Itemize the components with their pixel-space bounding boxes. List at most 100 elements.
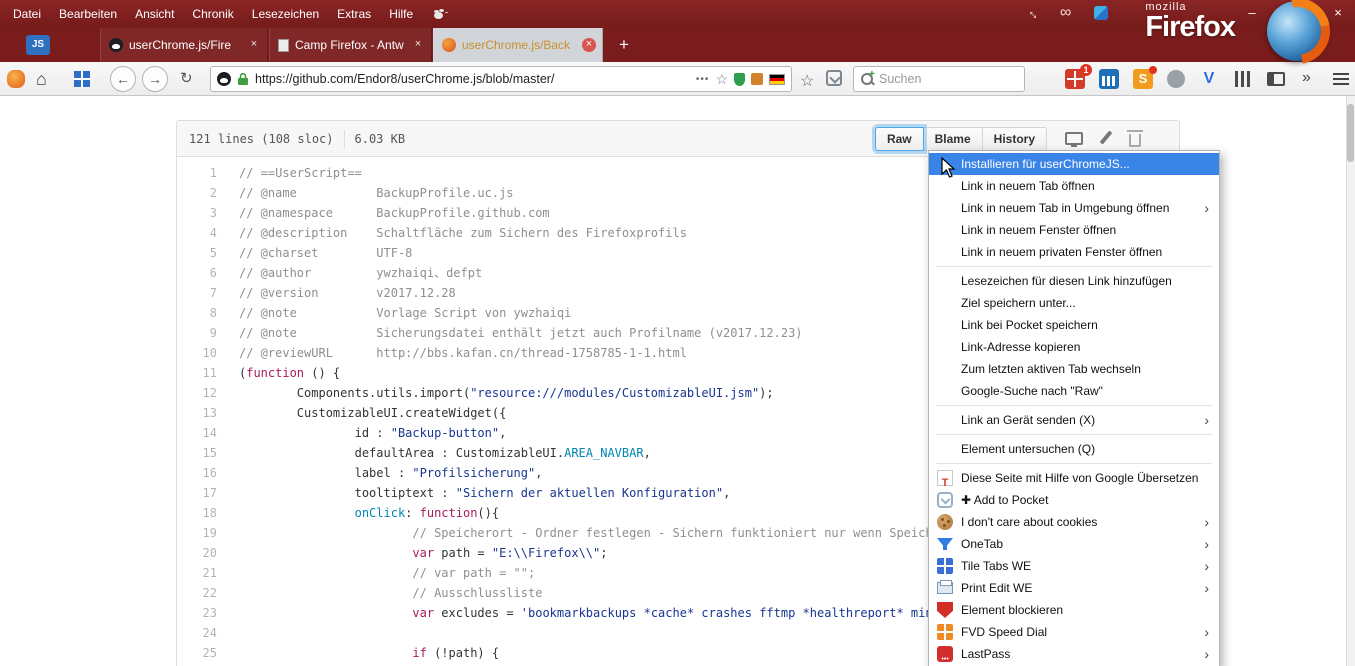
blame-button[interactable]: Blame	[923, 127, 983, 151]
menu-item[interactable]: I don't care about cookies›	[929, 511, 1219, 533]
menu-item[interactable]: Tile Tabs WE›	[929, 555, 1219, 577]
red-grid-icon[interactable]: 1	[1065, 69, 1085, 89]
menu-item[interactable]: Link in neuem Tab öffnen	[929, 175, 1219, 197]
reload-icon[interactable]: ↻	[180, 70, 193, 88]
tab-close-icon[interactable]: ×	[247, 38, 261, 52]
library-icon[interactable]	[1233, 71, 1253, 91]
menu-lesezeichen[interactable]: Lesezeichen	[243, 0, 328, 28]
hamburger-icon[interactable]	[1333, 73, 1349, 85]
tile-grid-icon[interactable]	[74, 71, 90, 87]
menu-item[interactable]: Link-Adresse kopieren	[929, 336, 1219, 358]
scrollbar[interactable]	[1346, 96, 1355, 666]
menu-item-label: Ziel speichern unter...	[961, 296, 1076, 310]
line-number: 23	[177, 603, 227, 623]
savefrom-s-icon[interactable]: S	[1133, 69, 1153, 89]
menu-item[interactable]: ✚ Add to Pocket	[929, 489, 1219, 511]
titlebar: Datei Bearbeiten Ansicht Chronik Lesezei…	[0, 0, 1355, 28]
menu-item[interactable]: LastPass›	[929, 643, 1219, 665]
menu-item[interactable]: Element blockieren	[929, 599, 1219, 621]
history-button[interactable]: History	[982, 127, 1047, 151]
menu-item[interactable]: Link bei Pocket speichern	[929, 314, 1219, 336]
menu-item[interactable]: Link in neuem Fenster öffnen	[929, 219, 1219, 241]
infinity-icon[interactable]: ∞	[1060, 3, 1071, 23]
minimize-button[interactable]: –	[1241, 4, 1263, 22]
raw-button[interactable]: Raw	[875, 127, 924, 151]
line-content: // @note Sicherungsdatei enthält jetzt a…	[227, 323, 803, 343]
ublock-icon	[937, 602, 953, 618]
v-mark-icon[interactable]: V	[1199, 69, 1219, 89]
navbar: ⌂ ← → ↻ https://github.com/Endor8/userCh…	[0, 62, 1355, 96]
menu-item[interactable]: Lesezeichen für diesen Link hinzufügen	[929, 270, 1219, 292]
desktop-icon[interactable]	[1065, 132, 1083, 145]
pinned-tab-js[interactable]: JS	[26, 35, 50, 55]
submenu-arrow-icon: ›	[1204, 533, 1209, 555]
new-tab-button[interactable]: +	[612, 33, 636, 57]
line-number: 2	[177, 183, 227, 203]
close-button[interactable]: ×	[1327, 4, 1349, 22]
tab-camp-firefox[interactable]: Camp Firefox - Antw ×	[269, 28, 432, 62]
line-number: 4	[177, 223, 227, 243]
divider	[344, 130, 345, 148]
line-content: // @name BackupProfile.uc.js	[227, 183, 514, 203]
context-menu: Installieren für userChromeJS...Link in …	[928, 150, 1220, 666]
menu-item[interactable]: Element untersuchen (Q)	[929, 438, 1219, 460]
fox-addon-icon[interactable]	[7, 70, 25, 88]
gray-circle-icon[interactable]	[1167, 70, 1185, 88]
search-input[interactable]	[879, 72, 1018, 86]
overflow-icon[interactable]	[1299, 69, 1319, 89]
fox-favicon	[442, 38, 456, 52]
tab-userchrome-fire[interactable]: userChrome.js/Fire ×	[100, 28, 268, 62]
menu-item[interactable]: Ziel speichern unter...	[929, 292, 1219, 314]
menu-item[interactable]: Diese Seite mit Hilfe von Google Überset…	[929, 467, 1219, 489]
orange-page-action-icon[interactable]	[751, 73, 763, 85]
menu-datei[interactable]: Datei	[4, 0, 50, 28]
pocket-save-icon[interactable]	[826, 70, 842, 86]
bookmarks-star-icon[interactable]: ☆	[800, 71, 814, 91]
menu-item[interactable]: Zum letzten aktiven Tab wechseln	[929, 358, 1219, 380]
line-number: 8	[177, 303, 227, 323]
menu-extras[interactable]: Extras	[328, 0, 380, 28]
menu-chronik[interactable]: Chronik	[183, 0, 242, 28]
file-actions: Raw Blame History	[875, 127, 1047, 151]
line-number: 10	[177, 343, 227, 363]
menu-item[interactable]: Link in neuem Tab in Umgebung öffnen›	[929, 197, 1219, 219]
scrollbar-thumb[interactable]	[1347, 104, 1354, 162]
tab-userchrome-back-active[interactable]: userChrome.js/Back ×	[433, 28, 603, 62]
edit-pencil-icon[interactable]	[1099, 131, 1113, 147]
delete-trash-icon[interactable]	[1129, 134, 1141, 147]
menu-item[interactable]: Link an Gerät senden (X)›	[929, 409, 1219, 431]
analytics-icon[interactable]	[1099, 69, 1119, 89]
forward-button[interactable]: →	[142, 66, 168, 92]
home-icon[interactable]: ⌂	[36, 67, 47, 91]
tab-close-icon[interactable]: ×	[411, 38, 425, 52]
menu-item[interactable]: OneTab›	[929, 533, 1219, 555]
url-bar[interactable]: https://github.com/Endor8/userChrome.js/…	[210, 66, 792, 92]
menu-ansicht[interactable]: Ansicht	[126, 0, 183, 28]
search-bar[interactable]: +	[853, 66, 1025, 92]
firefox-window: Datei Bearbeiten Ansicht Chronik Lesezei…	[0, 0, 1355, 666]
tab-close-icon[interactable]: ×	[582, 38, 596, 52]
menu-item[interactable]: FVD Speed Dial›	[929, 621, 1219, 643]
german-flag-icon[interactable]	[769, 74, 785, 85]
line-content: var excludes = 'bookmarkbackups *cache* …	[227, 603, 940, 623]
url-text[interactable]: https://github.com/Endor8/userChrome.js/…	[255, 72, 690, 86]
paw-icon[interactable]	[432, 8, 446, 20]
line-content: var path = "E:\\Firefox\\";	[227, 543, 607, 563]
addon-square-icon[interactable]	[1094, 6, 1108, 20]
menu-item[interactable]: Link in neuem privaten Fenster öffnen	[929, 241, 1219, 263]
sidebar-icon[interactable]	[1267, 72, 1285, 86]
menu-item[interactable]: Print Edit WE›	[929, 577, 1219, 599]
back-button[interactable]: ←	[110, 66, 136, 92]
menu-bearbeiten[interactable]: Bearbeiten	[50, 0, 126, 28]
line-number: 7	[177, 283, 227, 303]
menu-hilfe[interactable]: Hilfe	[380, 0, 422, 28]
cookie-icon	[937, 514, 953, 530]
menu-item[interactable]: Google-Suche nach "Raw"	[929, 380, 1219, 402]
bookmark-star-icon[interactable]: ☆	[715, 71, 728, 88]
shield-icon[interactable]	[734, 73, 745, 86]
fvd-icon	[937, 624, 953, 640]
line-number: 17	[177, 483, 227, 503]
menu-item-label: Zum letzten aktiven Tab wechseln	[961, 362, 1141, 376]
page-actions-icon[interactable]: •••	[696, 74, 710, 85]
menu-item[interactable]: Installieren für userChromeJS...	[929, 153, 1219, 175]
